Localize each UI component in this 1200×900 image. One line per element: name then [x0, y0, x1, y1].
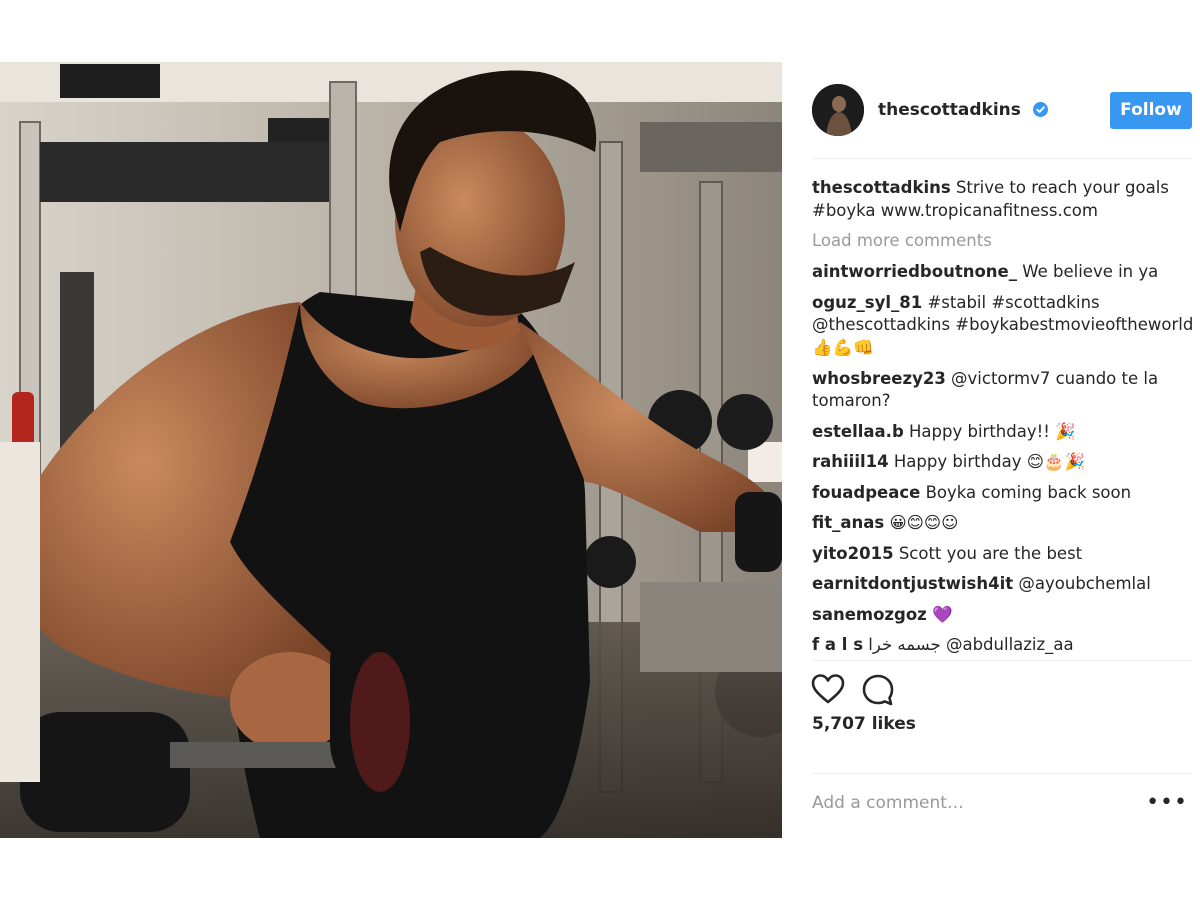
header-divider — [812, 158, 1192, 159]
comment-item: sanemozgoz 💜 — [812, 604, 1197, 627]
comment-text: Scott you are the best — [898, 543, 1083, 563]
comment-text: Happy birthday!! 🎉 — [909, 421, 1076, 441]
comment-item: fouadpeace Boyka coming back soon — [812, 482, 1197, 505]
comment-text: Happy birthday 😊🎂🎉 — [893, 452, 1085, 472]
post-actions — [810, 670, 910, 710]
comment-item: earnitdontjustwish4it @ayoubchemlal — [812, 573, 1197, 596]
comment-text: جسمه خرا @abdullaziz_aa — [868, 635, 1074, 655]
comment-text: 😀😊😊☺ — [889, 513, 959, 533]
comment-item: estellaa.b Happy birthday!! 🎉 — [812, 421, 1197, 444]
comment-username[interactable]: oguz_syl_81 — [812, 293, 922, 312]
comments-divider — [812, 660, 1192, 661]
comment-bubble-icon[interactable] — [860, 672, 896, 708]
more-options-button[interactable]: ••• — [1146, 792, 1188, 814]
comment-item: fit_anas 😀😊😊☺ — [812, 512, 1197, 535]
comment-text: 💜 — [932, 604, 953, 624]
add-comment-input[interactable]: Add a comment… — [812, 793, 964, 813]
gym-workout-image — [0, 62, 782, 838]
comment-username[interactable]: earnitdontjustwish4it — [812, 574, 1013, 593]
comment-text: We believe in ya — [1022, 262, 1159, 282]
likes-divider — [812, 773, 1192, 774]
post-sidebar: thescottadkins Follow thescottadkins Str… — [782, 62, 1200, 838]
avatar[interactable] — [812, 84, 864, 136]
caption: thescottadkins Strive to reach your goal… — [812, 177, 1197, 223]
caption-username[interactable]: thescottadkins — [812, 178, 951, 197]
comment-username[interactable]: yito2015 — [812, 544, 894, 563]
post-photo[interactable] — [0, 62, 782, 838]
comment-username[interactable]: aintworriedboutnone_ — [812, 262, 1017, 281]
comment-username[interactable]: fouadpeace — [812, 483, 920, 502]
comment-text: Boyka coming back soon — [925, 482, 1132, 502]
comment-item: oguz_syl_81 #stabil #scottadkins @thesco… — [812, 292, 1197, 360]
comment-username[interactable]: sanemozgoz — [812, 605, 927, 624]
heart-icon[interactable] — [810, 672, 846, 708]
comment-username[interactable]: fit_anas — [812, 513, 884, 532]
comment-username[interactable]: whosbreezy23 — [812, 369, 946, 388]
username-link[interactable]: thescottadkins — [878, 100, 1048, 120]
follow-button[interactable]: Follow — [1110, 91, 1192, 129]
comment-item: aintworriedboutnone_ We believe in ya — [812, 261, 1197, 284]
comment-item: whosbreezy23 @victormv7 cuando te la tom… — [812, 368, 1197, 414]
username-text: thescottadkins — [878, 100, 1021, 120]
post-header: thescottadkins Follow — [812, 82, 1192, 138]
verified-badge-icon — [1032, 102, 1048, 117]
comment-username[interactable]: f a l s — [812, 635, 863, 654]
comment-item: rahiiil14 Happy birthday 😊🎂🎉 — [812, 451, 1197, 474]
comment-username[interactable]: rahiiil14 — [812, 452, 889, 471]
comment-item: yito2015 Scott you are the best — [812, 543, 1197, 566]
avatar-image — [812, 84, 864, 136]
comment-text: @ayoubchemlal — [1018, 574, 1151, 594]
comment-item: f a l s جسمه خرا @abdullaziz_aa — [812, 634, 1197, 657]
likes-count[interactable]: 5,707 likes — [812, 714, 916, 734]
load-more-comments-button[interactable]: Load more comments — [812, 230, 1197, 253]
comment-username[interactable]: estellaa.b — [812, 422, 904, 441]
comments-list[interactable]: thescottadkins Strive to reach your goal… — [812, 177, 1197, 658]
